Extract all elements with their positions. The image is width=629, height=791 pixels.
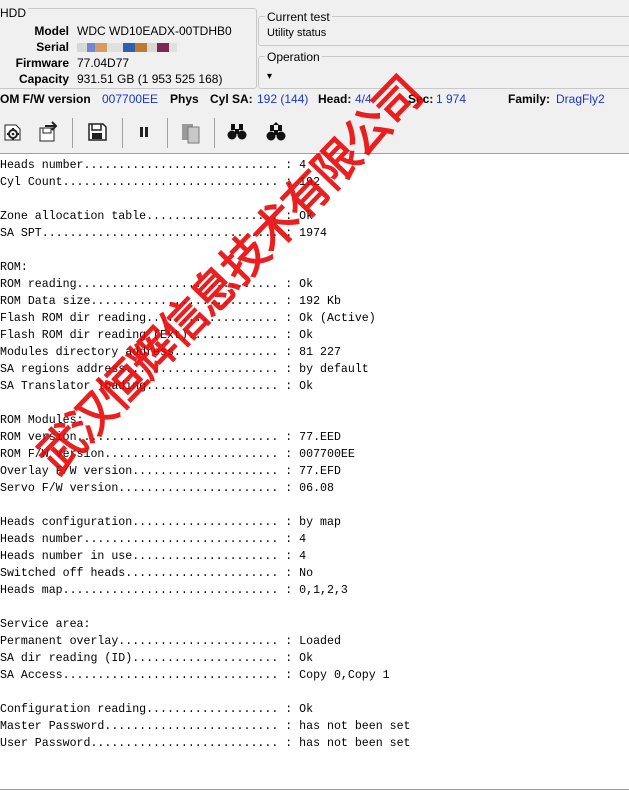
operation-dropdown-arrow-icon[interactable]: ▾	[267, 71, 272, 82]
status-bar: OM F/W version 007700EE Phys Cyl SA: 192…	[0, 88, 629, 110]
hdd-caption: HDD	[0, 6, 28, 20]
sec-label: Sec:	[408, 92, 434, 106]
toolbar-separator	[72, 118, 73, 148]
log-text: Heads number............................…	[0, 159, 411, 750]
current-test-title: Current test	[265, 10, 332, 24]
toolbar-separator	[122, 118, 123, 148]
gear-run-icon[interactable]	[0, 119, 26, 145]
model-label: Model	[34, 24, 69, 38]
head-label: Head:	[318, 92, 352, 106]
rom-fw-value: 007700EE	[102, 92, 159, 106]
capacity-label: Capacity	[18, 72, 69, 86]
serial-value-redacted	[77, 43, 177, 52]
log-output: Heads number............................…	[0, 154, 629, 791]
model-value: WDC WD10EADX-00TDHB0	[77, 24, 232, 38]
phys-label: Phys	[170, 92, 199, 106]
binoculars-next-icon[interactable]	[263, 119, 289, 145]
family-label: Family:	[508, 92, 551, 106]
rom-fw-label: OM F/W version	[0, 92, 91, 106]
bottom-divider	[0, 789, 629, 790]
toolbar-separator	[167, 118, 168, 148]
binoculars-icon[interactable]	[224, 119, 250, 145]
serial-label: Serial	[36, 40, 69, 54]
operation-title: Operation	[265, 50, 322, 64]
capacity-value: 931.51 GB (1 953 525 168)	[77, 72, 223, 86]
cyl-sa-value: 192 (144)	[257, 92, 309, 106]
sec-value: 1 974	[436, 92, 467, 106]
pause-icon[interactable]	[131, 119, 157, 145]
family-value: DragFly2	[556, 92, 605, 106]
copy-icon[interactable]	[178, 119, 204, 145]
firmware-label: Firmware	[15, 56, 69, 70]
toolbar-separator	[214, 118, 215, 148]
toolbar	[0, 111, 629, 154]
save-icon[interactable]	[84, 119, 110, 145]
operation-panel: Operation ▾	[258, 50, 629, 89]
cyl-sa-label: Cyl SA:	[210, 92, 253, 106]
current-test-value: Utility status	[267, 27, 327, 39]
current-test-panel: Current test Utility status	[258, 10, 629, 46]
head-value: 4/4	[355, 92, 372, 106]
save-load-icon[interactable]	[36, 119, 62, 145]
firmware-value: 77.04D77	[77, 56, 130, 70]
